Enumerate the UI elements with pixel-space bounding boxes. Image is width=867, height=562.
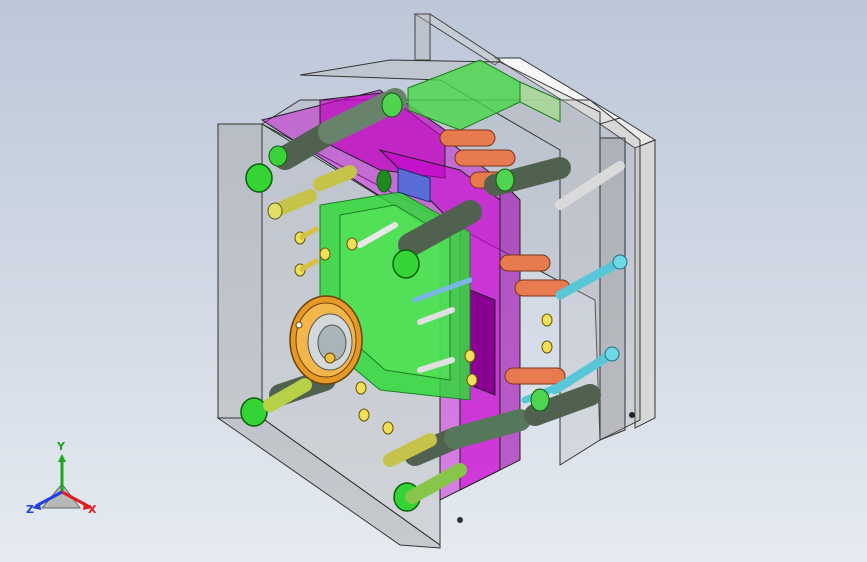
locating-ring <box>289 295 363 385</box>
mold-assembly-model[interactable] <box>0 0 867 562</box>
graphics-viewport[interactable]: Y X Z <box>0 0 867 562</box>
axis-label-z: Z <box>26 503 34 516</box>
axis-label-x: X <box>88 503 97 516</box>
axis-label-y: Y <box>57 440 65 453</box>
view-orientation-triad: Y X Z <box>22 440 102 526</box>
